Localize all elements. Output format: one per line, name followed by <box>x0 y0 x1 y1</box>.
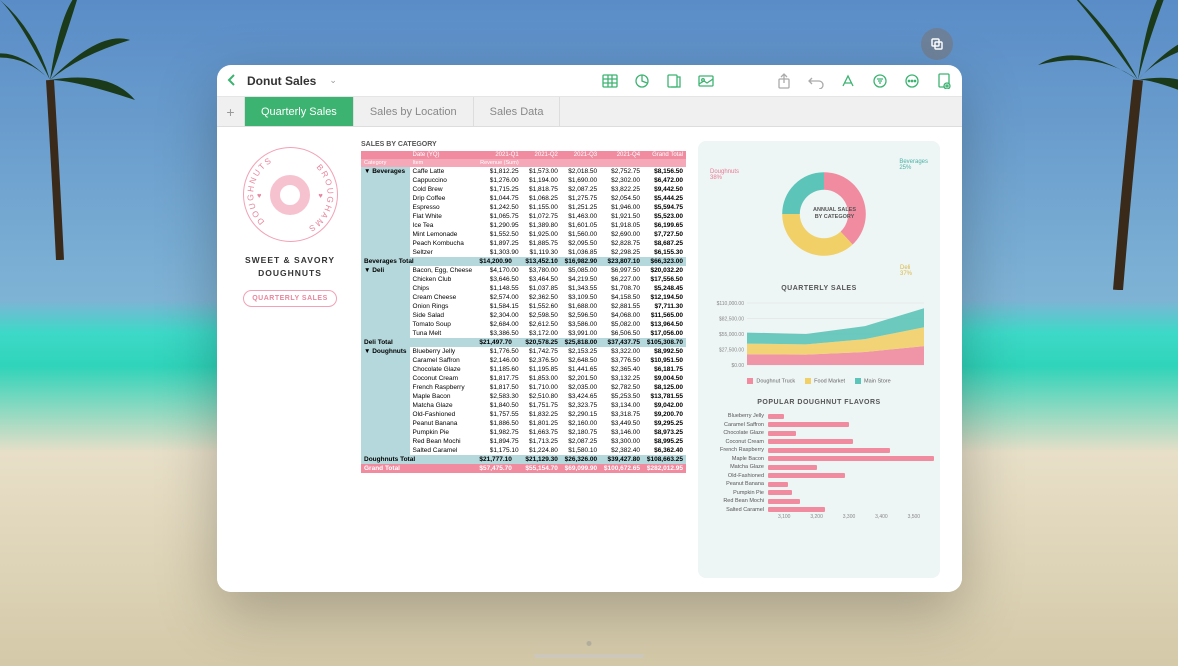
share-icon[interactable] <box>776 73 792 89</box>
table-icon[interactable] <box>602 73 618 89</box>
text-icon[interactable] <box>666 73 682 89</box>
media-icon[interactable] <box>698 73 714 89</box>
sheet-tabs: + Quarterly Sales Sales by Location Sale… <box>217 97 962 127</box>
svg-text:♥: ♥ <box>257 191 262 200</box>
brand-tagline: SWEET & SAVORYDOUGHNUTS <box>245 254 335 280</box>
charts-panel: ANNUAL SALES BY CATEGORY Doughnuts38% Be… <box>698 141 940 578</box>
category-table[interactable]: SALES BY CATEGORY Date (YQ)2021-Q12021-Q… <box>361 141 686 578</box>
svg-text:$110,000.00: $110,000.00 <box>717 301 745 307</box>
more-icon[interactable] <box>904 73 920 89</box>
area-title: QUARTERLY SALES <box>708 285 930 292</box>
pie-center-label: ANNUAL SALES BY CATEGORY <box>809 207 861 221</box>
brand-card: BROUGHAMS DOUGHNUTS ♥♥ SWEET & SAVORYDOU… <box>231 141 349 578</box>
chart-icon[interactable] <box>634 73 650 89</box>
page-dot <box>587 641 592 646</box>
tab-quarterly-sales[interactable]: Quarterly Sales <box>245 97 354 126</box>
svg-text:$27,500.00: $27,500.00 <box>719 348 744 354</box>
window-corner-button[interactable] <box>921 28 953 60</box>
title-chevron-icon[interactable]: ⌄ <box>329 75 337 86</box>
area-chart[interactable]: $0.00 $27,500.00 $55,000.00 $82,500.00 $110,… <box>708 298 930 393</box>
svg-text:$0.00: $0.00 <box>731 363 744 369</box>
pie-label-deli: Deli37% <box>900 265 912 277</box>
undo-icon[interactable] <box>808 73 824 89</box>
svg-text:♥: ♥ <box>318 191 323 200</box>
back-button[interactable] <box>227 73 237 89</box>
flavor-bar-chart[interactable]: Blueberry JellyCaramel SaffronChocolate … <box>708 412 930 557</box>
add-sheet-button[interactable]: + <box>217 97 245 126</box>
tab-sales-data[interactable]: Sales Data <box>474 97 561 126</box>
pie-label-doughnuts: Doughnuts38% <box>710 169 739 181</box>
bar-title: POPULAR DOUGHNUT FLAVORS <box>708 399 930 406</box>
home-indicator <box>534 654 644 658</box>
palm-tree-right <box>1018 0 1178 290</box>
pie-chart[interactable]: ANNUAL SALES BY CATEGORY Doughnuts38% Be… <box>708 149 930 279</box>
document-title[interactable]: Donut Sales <box>247 74 316 88</box>
pie-label-beverages: Beverages25% <box>899 159 928 171</box>
format-icon[interactable] <box>840 73 856 89</box>
palm-tree-left <box>0 0 150 260</box>
svg-text:$55,000.00: $55,000.00 <box>719 332 744 338</box>
tab-sales-by-location[interactable]: Sales by Location <box>354 97 474 126</box>
filter-icon[interactable] <box>872 73 888 89</box>
svg-text:$82,500.00: $82,500.00 <box>719 317 744 323</box>
document-settings-icon[interactable] <box>936 73 952 89</box>
titlebar: Donut Sales ⌄ <box>217 65 962 97</box>
logo-icon: BROUGHAMS DOUGHNUTS ♥♥ <box>243 147 338 242</box>
sheet-canvas[interactable]: BROUGHAMS DOUGHNUTS ♥♥ SWEET & SAVORYDOU… <box>217 127 962 592</box>
area-legend: Doughnut Truck Food Market Main Store <box>708 378 930 384</box>
table-title: SALES BY CATEGORY <box>361 141 686 148</box>
brand-cta-button[interactable]: QUARTERLY SALES <box>243 290 337 307</box>
numbers-app-window: Donut Sales ⌄ + Quarterly Sales Sales by… <box>217 65 962 592</box>
